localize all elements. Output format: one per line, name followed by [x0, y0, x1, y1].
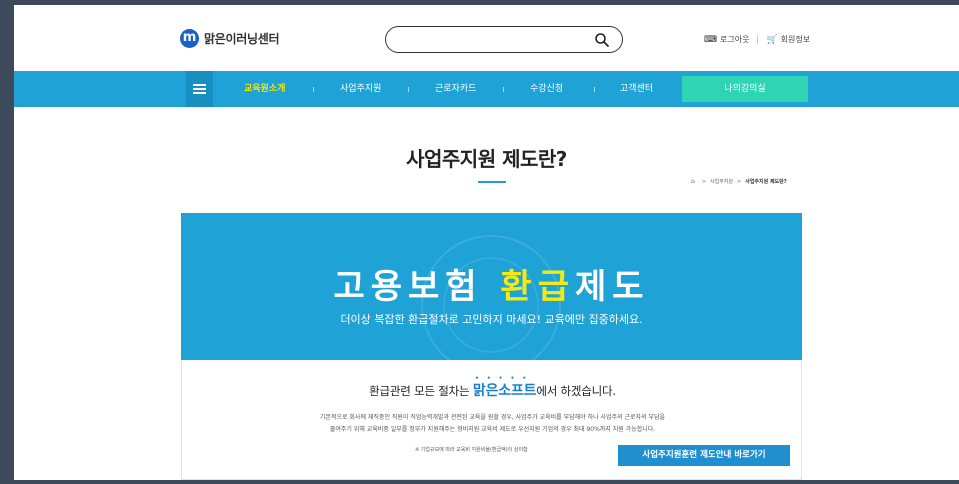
info-lead: 환급관련 모든 절차는 ••••• 맑은소프트에서 하겠습니다. — [369, 375, 616, 399]
title-underline — [478, 181, 506, 183]
hero-banner: 고용보험 환급제도 더이상 복잡한 환급절차로 고민하지 마세요! 교육에만 집… — [181, 213, 802, 360]
headline-highlight: 환급 — [500, 267, 575, 307]
nav-item-enroll[interactable]: 수강신청 — [530, 71, 563, 107]
breadcrumb-current: 사업주지원 제도란? — [745, 179, 787, 185]
search-input[interactable] — [398, 31, 588, 48]
logout-link[interactable]: 로그아웃 — [720, 34, 749, 45]
home-icon[interactable]: ⌂ — [691, 178, 695, 185]
logo-mark-icon: m — [180, 29, 199, 48]
breadcrumb-item[interactable]: 사업주지원 — [710, 178, 733, 185]
nav-item-support-center[interactable]: 고객센터 — [620, 71, 653, 107]
hamburger-menu-icon[interactable] — [186, 71, 213, 107]
chevron-right-icon: > — [701, 178, 707, 185]
cart-icon: 🛒 — [766, 34, 778, 45]
member-info-link[interactable]: 회원정보 — [781, 34, 810, 45]
logout-icon: ⌨ — [704, 34, 717, 45]
info-box: 환급관련 모든 절차는 ••••• 맑은소프트에서 하겠습니다. 기본적으로 회사… — [181, 360, 802, 480]
nav-item-employer-support[interactable]: 사업주지원 — [340, 71, 381, 107]
search-box — [385, 26, 623, 53]
utility-links: ⌨ 로그아웃 🛒 회원정보 — [704, 34, 810, 45]
logo-text: 맑은이러닝센터 — [204, 32, 280, 46]
nav-divider — [313, 87, 314, 92]
main-nav: 교육원소개 사업주지원 근로자카드 수강신청 고객센터 나의강의실 — [14, 71, 959, 107]
search-icon[interactable] — [594, 32, 610, 48]
banner-headline: 고용보험 환급제도 — [333, 267, 650, 307]
info-description: 기본적으로 회사에 재직중인 직원이 직업능력개발과 관련된 교육을 원할 경우… — [319, 414, 666, 433]
nav-divider — [594, 87, 595, 92]
breadcrumb: ⌂ > 사업주지원 > 사업주지원 제도란? — [691, 178, 787, 185]
nav-item-worker-card[interactable]: 근로자카드 — [435, 71, 476, 107]
nav-divider — [408, 87, 409, 92]
employer-training-guide-button[interactable]: 사업주지원훈련 제도안내 바로가기 — [618, 445, 790, 466]
site-header: m 맑은이러닝센터 ⌨ 로그아웃 🛒 회원정보 — [14, 5, 959, 71]
page-title: 사업주지원 제도란? — [406, 147, 567, 171]
info-note: ※ 기업규모에 따라 교육비 지원비율(환급액)이 상이함 — [415, 447, 528, 453]
brand-name: ••••• 맑은소프트 — [472, 375, 537, 399]
site-logo[interactable]: m 맑은이러닝센터 — [180, 29, 279, 48]
my-classroom-button[interactable]: 나의강의실 — [682, 76, 808, 102]
divider — [757, 35, 759, 44]
browser-viewport: m 맑은이러닝센터 ⌨ 로그아웃 🛒 회원정보 교육원소개 사업주지원 근로자카… — [14, 5, 959, 480]
chevron-right-icon: > — [737, 178, 742, 185]
emphasis-dots: ••••• — [475, 375, 535, 382]
nav-divider — [503, 87, 504, 92]
nav-item-about[interactable]: 교육원소개 — [244, 71, 285, 107]
banner-subtitle: 더이상 복잡한 환급절차로 고민하지 마세요! 교육에만 집중하세요. — [340, 313, 643, 326]
